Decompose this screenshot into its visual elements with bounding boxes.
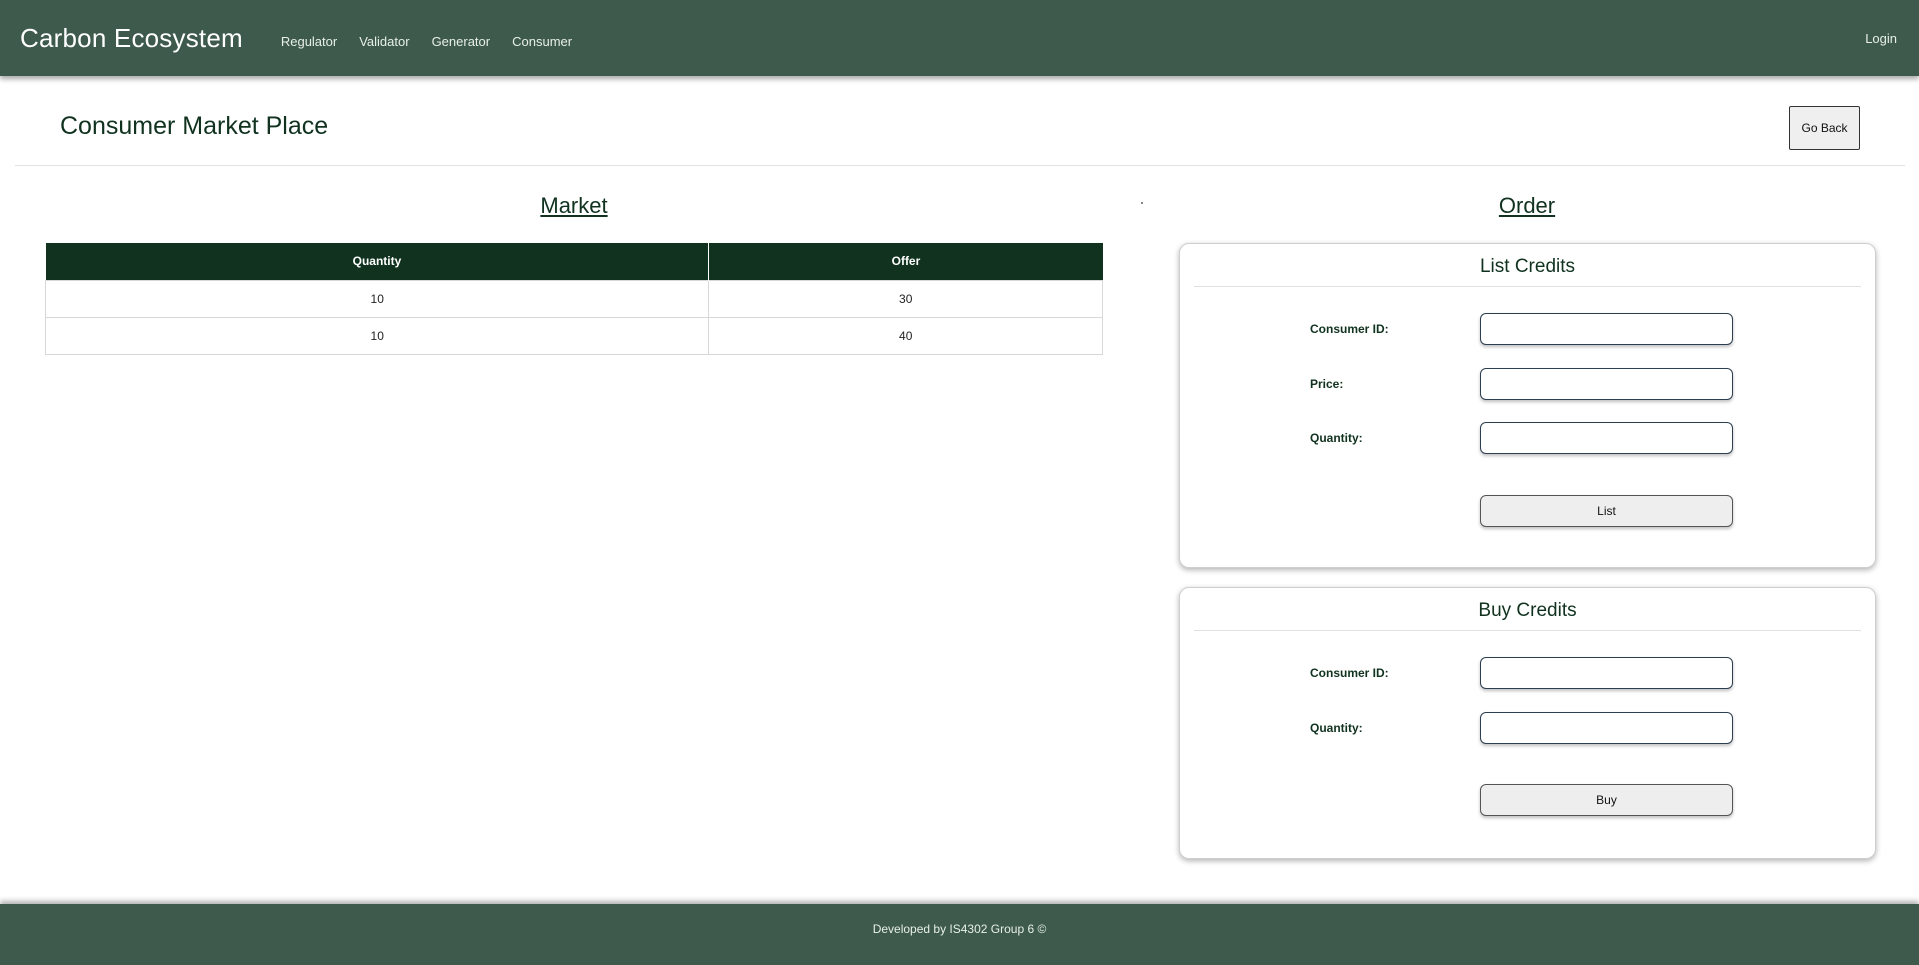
- divider-dot: [1141, 202, 1143, 204]
- cell-quantity: 10: [44, 316, 710, 355]
- table-row[interactable]: 10 40: [44, 316, 1103, 355]
- go-back-button[interactable]: Go Back: [1789, 106, 1860, 150]
- price-label: Price:: [1310, 377, 1344, 391]
- nav-link-generator[interactable]: Generator: [432, 34, 491, 49]
- table-row[interactable]: 10 30: [44, 279, 1103, 318]
- buy-quantity-input[interactable]: [1480, 712, 1733, 744]
- footer-text: Developed by IS4302 Group 6 ©: [872, 921, 1047, 936]
- page-title: Consumer Market Place: [60, 112, 329, 140]
- brand-title[interactable]: Carbon Ecosystem: [20, 23, 243, 54]
- list-price-input[interactable]: [1480, 368, 1733, 400]
- buy-consumer-id-input[interactable]: [1480, 657, 1733, 689]
- order-title: Order: [1498, 193, 1556, 218]
- consumer-id-label: Consumer ID:: [1310, 322, 1389, 336]
- quantity-label: Quantity:: [1310, 721, 1363, 735]
- page-header: Consumer Market Place Go Back: [15, 76, 1905, 166]
- cell-offer: 30: [708, 279, 1103, 318]
- nav-link-regulator[interactable]: Regulator: [281, 34, 337, 49]
- nav-link-consumer[interactable]: Consumer: [512, 34, 572, 49]
- quantity-label: Quantity:: [1310, 431, 1363, 445]
- buy-credits-title: Buy Credits: [1194, 600, 1861, 631]
- list-button[interactable]: List: [1480, 495, 1733, 527]
- list-quantity-input[interactable]: [1480, 422, 1733, 454]
- list-credits-title: List Credits: [1194, 256, 1861, 287]
- nav-link-validator[interactable]: Validator: [359, 34, 409, 49]
- footer: Developed by IS4302 Group 6 ©: [0, 904, 1919, 965]
- buy-button[interactable]: Buy: [1480, 784, 1733, 816]
- market-table: Quantity Offer 10 30 10 40: [44, 243, 1103, 355]
- table-header-row: Quantity Offer: [45, 243, 1103, 280]
- top-navbar: Carbon Ecosystem Regulator Validator Gen…: [0, 0, 1919, 76]
- column-header-quantity: Quantity: [45, 243, 710, 280]
- buy-credits-card: Buy Credits Consumer ID: Quantity: Buy: [1179, 587, 1876, 859]
- login-link[interactable]: Login: [1865, 31, 1897, 46]
- market-title: Market: [540, 193, 608, 218]
- list-credits-card: List Credits Consumer ID: Price: Quantit…: [1179, 243, 1876, 568]
- column-header-offer: Offer: [708, 243, 1103, 280]
- cell-offer: 40: [708, 316, 1103, 355]
- list-consumer-id-input[interactable]: [1480, 313, 1733, 345]
- cell-quantity: 10: [44, 279, 710, 318]
- consumer-id-label: Consumer ID:: [1310, 666, 1389, 680]
